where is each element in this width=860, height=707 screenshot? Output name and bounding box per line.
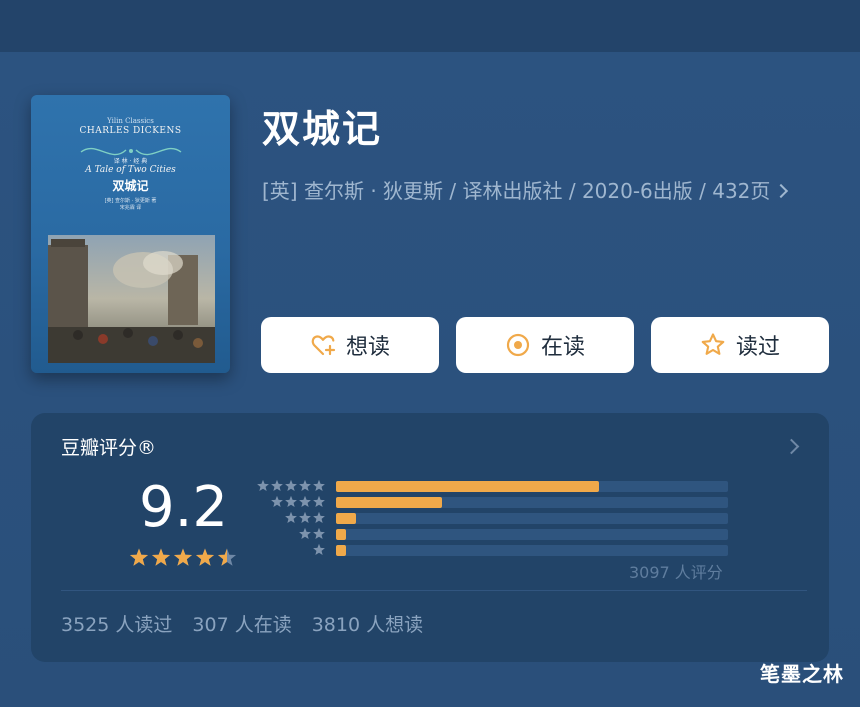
have-read-button[interactable]: 读过 (651, 317, 829, 373)
histogram-track (336, 497, 728, 508)
rating-card[interactable]: 豆瓣评分® 9.2 3097 人评分 3525 人读过 307 人在读 3810 人… (31, 413, 829, 662)
histogram-stars-icon (271, 496, 325, 508)
cover-title-en: A Tale of Two Cities (85, 165, 176, 175)
histogram-star (299, 480, 311, 492)
histogram-stars-icon (257, 480, 325, 492)
rating-star-filled (129, 548, 149, 566)
book-cover[interactable]: Yilin Classics CHARLES DICKENS 译 林 · 经 典… (31, 95, 230, 373)
cover-title-cn: 双城记 (112, 179, 149, 193)
histogram-star (271, 496, 283, 508)
histogram-bar (336, 529, 346, 540)
reading-label: 在读 (540, 335, 585, 360)
histogram-track (336, 513, 728, 524)
cover-credit: [英] 查尔斯 · 狄更斯 著 宋兆霖 译 (31, 198, 230, 212)
histogram-row-3-star (256, 511, 736, 525)
histogram-star (313, 512, 325, 524)
histogram-stars-icon (299, 528, 325, 540)
rating-count: 3097 人评分 (629, 563, 723, 582)
heart-plus-icon (311, 335, 336, 356)
histogram-star (285, 480, 297, 492)
book-meta-link[interactable]: [英] 查尔斯 · 狄更斯 / 译林出版社 / 2020-6出版 / 432页 (262, 172, 822, 210)
histogram-star (313, 480, 325, 492)
histogram-row-5-star (256, 479, 736, 493)
histogram-star (313, 496, 325, 508)
cover-series: Yilin Classics (107, 117, 154, 125)
cover-painting (48, 235, 215, 363)
want-to-read-label: 想读 (345, 335, 390, 360)
histogram-star (285, 512, 297, 524)
histogram-bar (336, 513, 356, 524)
card-divider (61, 590, 807, 591)
histogram-track (336, 481, 728, 492)
histogram-track (336, 545, 728, 556)
rating-star-filled (173, 548, 193, 566)
rating-histogram (256, 479, 736, 569)
histogram-star (299, 512, 311, 524)
want-to-read-button[interactable]: 想读 (261, 317, 439, 373)
rating-star-filled (151, 548, 171, 566)
histogram-stars-icon (313, 544, 325, 556)
stat-want: 3810 人想读 (311, 614, 424, 636)
histogram-track (336, 529, 728, 540)
reading-button[interactable]: 在读 (456, 317, 634, 373)
histogram-row-4-star (256, 495, 736, 509)
histogram-star (271, 480, 283, 492)
cover-label: 译 林 · 经 典 (113, 158, 148, 165)
chevron-right-icon (783, 438, 800, 455)
rating-label: 豆瓣评分® (61, 437, 157, 459)
histogram-stars-icon (285, 512, 325, 524)
target-icon (506, 333, 530, 357)
reader-stats: 3525 人读过 307 人在读 3810 人想读 (61, 610, 443, 637)
histogram-star (285, 496, 297, 508)
cover-author: CHARLES DICKENS (79, 126, 182, 136)
rating-score: 9.2 (139, 475, 229, 540)
cover-credit-author: [英] 查尔斯 · 狄更斯 著 (104, 198, 157, 204)
histogram-bar (336, 481, 599, 492)
stat-read: 3525 人读过 (61, 614, 173, 636)
chevron-right-icon (774, 183, 789, 199)
histogram-row-1-star (256, 543, 736, 557)
histogram-row-2-star (256, 527, 736, 541)
top-bar (0, 0, 860, 52)
rating-stars (129, 548, 237, 566)
cover-credit-translator: 宋兆霖 译 (119, 205, 142, 211)
histogram-star (299, 496, 311, 508)
histogram-star (257, 480, 269, 492)
histogram-star (313, 528, 325, 540)
stat-reading: 307 人在读 (192, 614, 292, 636)
histogram-bar (336, 545, 346, 556)
rating-star-filled (195, 548, 215, 566)
book-title: 双城记 (262, 107, 383, 151)
histogram-star (313, 544, 325, 556)
have-read-label: 读过 (735, 335, 780, 360)
histogram-star (299, 528, 311, 540)
histogram-bar (336, 497, 442, 508)
watermark-text: 笔墨之林 (760, 662, 844, 686)
star-outline-icon (701, 333, 725, 355)
book-meta-text: [英] 查尔斯 · 狄更斯 / 译林出版社 / 2020-6出版 / 432页 (262, 179, 771, 203)
